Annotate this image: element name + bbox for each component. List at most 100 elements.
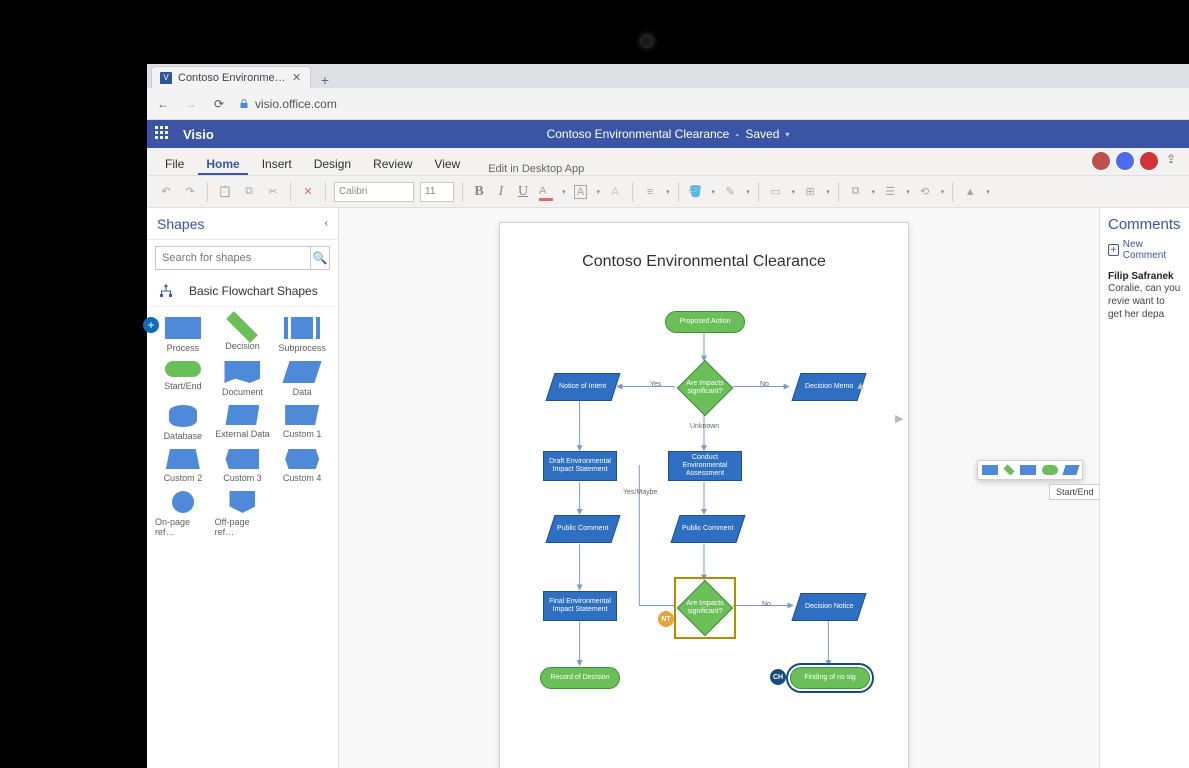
shape-custom-4[interactable]: Custom 4 bbox=[274, 449, 330, 483]
presence-avatars: ⇪ bbox=[1091, 151, 1179, 171]
underline-button[interactable]: U bbox=[515, 184, 531, 200]
shape-database[interactable]: Database bbox=[155, 405, 211, 441]
drawing-page[interactable]: Contoso Environmental Clearance bbox=[499, 222, 909, 768]
canvas[interactable]: Contoso Environmental Clearance bbox=[339, 208, 1099, 768]
shape-off-page-ref-[interactable]: Off-page ref… bbox=[215, 491, 271, 537]
presence-coin-ch[interactable]: CH bbox=[770, 669, 786, 685]
tab-design[interactable]: Design bbox=[306, 157, 359, 175]
fill-icon[interactable]: 🪣 bbox=[687, 183, 705, 201]
node-proposed-action[interactable]: Proposed Action bbox=[665, 311, 745, 333]
ribbon-tabs: File Home Insert Design Review View Edit… bbox=[147, 148, 1189, 176]
rotate-icon[interactable]: ⟲ bbox=[916, 183, 934, 201]
shape-custom-1[interactable]: Custom 1 bbox=[274, 405, 330, 441]
node-decision-impacts-1[interactable]: Are Impacts significant? bbox=[678, 361, 732, 415]
forward-icon[interactable]: → bbox=[183, 96, 199, 112]
shape-custom-2[interactable]: Custom 2 bbox=[155, 449, 211, 483]
redo-icon[interactable]: ↷ bbox=[181, 183, 199, 201]
mini-process[interactable] bbox=[982, 465, 998, 475]
edit-in-desktop-link[interactable]: Edit in Desktop App bbox=[488, 163, 584, 175]
node-record-of-decision[interactable]: Record of Decision bbox=[540, 667, 620, 689]
ribbon-toolbar: ↶ ↷ 📋 ⧉ ✂ ✕ Calibri 11 B I U A▾ A▾ A ≡▾ … bbox=[147, 176, 1189, 208]
layers-icon[interactable]: ☰ bbox=[881, 183, 899, 201]
close-tab-icon[interactable]: ✕ bbox=[292, 71, 302, 84]
undo-icon[interactable]: ↶ bbox=[157, 183, 175, 201]
chevron-down-icon: ▾ bbox=[785, 130, 789, 139]
presence-coin-nt[interactable]: NT bbox=[658, 611, 674, 627]
clear-format-icon[interactable]: A bbox=[606, 183, 624, 201]
font-size-select[interactable]: 11 bbox=[420, 182, 454, 202]
tab-view[interactable]: View bbox=[426, 157, 468, 175]
app-launcher-icon[interactable] bbox=[155, 126, 171, 142]
position-icon[interactable]: ⊞ bbox=[801, 183, 819, 201]
mini-decision[interactable] bbox=[1003, 464, 1014, 475]
node-decision-impacts-2[interactable]: Are Impacts significant? bbox=[678, 581, 732, 635]
label-no-2: No bbox=[762, 601, 771, 608]
tab-home[interactable]: Home bbox=[198, 157, 247, 175]
tab-title: Contoso Environmental Clearan… bbox=[178, 72, 286, 84]
node-public-comment-2[interactable]: Public Comment bbox=[670, 515, 745, 543]
paste-icon[interactable]: 📋 bbox=[216, 183, 234, 201]
quick-shapes-popup[interactable] bbox=[977, 460, 1083, 480]
node-final-eis[interactable]: Final Environmental Impact Statement bbox=[543, 591, 617, 621]
browser-tab[interactable]: V Contoso Environmental Clearan… ✕ bbox=[151, 66, 311, 88]
copy-icon[interactable]: ⧉ bbox=[240, 183, 258, 201]
plus-icon: + bbox=[1108, 244, 1119, 256]
italic-button[interactable]: I bbox=[493, 184, 509, 200]
mini-data[interactable] bbox=[1062, 465, 1079, 475]
tab-insert[interactable]: Insert bbox=[254, 157, 300, 175]
shape-start-end[interactable]: Start/End bbox=[155, 361, 211, 397]
shape-decision[interactable]: Decision bbox=[215, 317, 271, 353]
node-finding-no-sig[interactable]: Finding of no sig bbox=[790, 667, 870, 689]
shape-stencil-row[interactable]: Basic Flowchart Shapes bbox=[147, 276, 338, 307]
flowchart: Proposed Action Are Impacts significant?… bbox=[500, 291, 908, 768]
mini-startend[interactable] bbox=[1042, 465, 1058, 475]
search-shapes-input[interactable] bbox=[155, 246, 310, 270]
tab-review[interactable]: Review bbox=[365, 157, 420, 175]
address-bar[interactable]: visio.office.com bbox=[239, 97, 337, 111]
shape-document[interactable]: Document bbox=[215, 361, 271, 397]
shape-tooltip: Start/End bbox=[1049, 484, 1099, 500]
back-icon[interactable]: ← bbox=[155, 96, 171, 112]
search-icon[interactable]: 🔍 bbox=[310, 246, 330, 270]
autoconnect-arrow-up[interactable]: ▲ bbox=[855, 380, 865, 390]
shape-data[interactable]: Data bbox=[274, 361, 330, 397]
arrange-icon[interactable]: ▭ bbox=[767, 183, 785, 201]
node-notice-of-intent[interactable]: Notice of Intent bbox=[545, 373, 620, 401]
avatar[interactable] bbox=[1115, 151, 1135, 171]
refresh-icon[interactable]: ⟳ bbox=[211, 96, 227, 112]
label-yes-maybe: Yes/Maybe bbox=[623, 489, 657, 496]
app-titlebar: Visio Contoso Environmental Clearance - … bbox=[147, 120, 1189, 148]
new-tab-button[interactable]: + bbox=[315, 72, 335, 88]
align-icon[interactable]: ≡ bbox=[641, 183, 659, 201]
shape-external-data[interactable]: External Data bbox=[215, 405, 271, 441]
node-public-comment-1[interactable]: Public Comment bbox=[545, 515, 620, 543]
share-icon[interactable]: ⇪ bbox=[1163, 151, 1179, 167]
node-conduct-assessment[interactable]: Conduct Environmental Assessment bbox=[668, 451, 742, 481]
avatar[interactable] bbox=[1139, 151, 1159, 171]
shape-on-page-ref-[interactable]: On-page ref… bbox=[155, 491, 211, 537]
bold-button[interactable]: B bbox=[471, 184, 487, 200]
group-icon[interactable]: ⧉ bbox=[847, 183, 865, 201]
line-icon[interactable]: ✎ bbox=[721, 183, 739, 201]
node-decision-notice[interactable]: Decision Notice bbox=[791, 593, 866, 621]
delete-icon[interactable]: ✕ bbox=[299, 183, 317, 201]
document-title[interactable]: Contoso Environmental Clearance - Saved … bbox=[547, 127, 790, 141]
avatar[interactable] bbox=[1091, 151, 1111, 171]
node-draft-eis[interactable]: Draft Environmental Impact Statement bbox=[543, 451, 617, 481]
highlight-icon[interactable]: A bbox=[572, 183, 590, 201]
screen: V Contoso Environmental Clearan… ✕ + ← →… bbox=[147, 64, 1189, 768]
new-comment-button[interactable]: + New Comment bbox=[1108, 239, 1181, 261]
tab-file[interactable]: File bbox=[157, 157, 192, 175]
font-family-select[interactable]: Calibri bbox=[334, 182, 414, 202]
font-color-icon[interactable]: A bbox=[537, 183, 555, 201]
flowchart-icon bbox=[159, 284, 173, 298]
cut-icon[interactable]: ✂ bbox=[264, 183, 282, 201]
shape-custom-3[interactable]: Custom 3 bbox=[215, 449, 271, 483]
shape-process[interactable]: Process bbox=[155, 317, 211, 353]
shape-subprocess[interactable]: Subprocess bbox=[274, 317, 330, 353]
autoconnect-arrow-right[interactable]: ▶ bbox=[895, 412, 905, 422]
comment-text: Coralie, can you revie want to get her d… bbox=[1108, 282, 1181, 321]
pointer-icon[interactable]: ▲ bbox=[961, 183, 979, 201]
collapse-shapes-icon[interactable]: ‹ bbox=[325, 218, 328, 229]
mini-subprocess[interactable] bbox=[1020, 465, 1036, 475]
